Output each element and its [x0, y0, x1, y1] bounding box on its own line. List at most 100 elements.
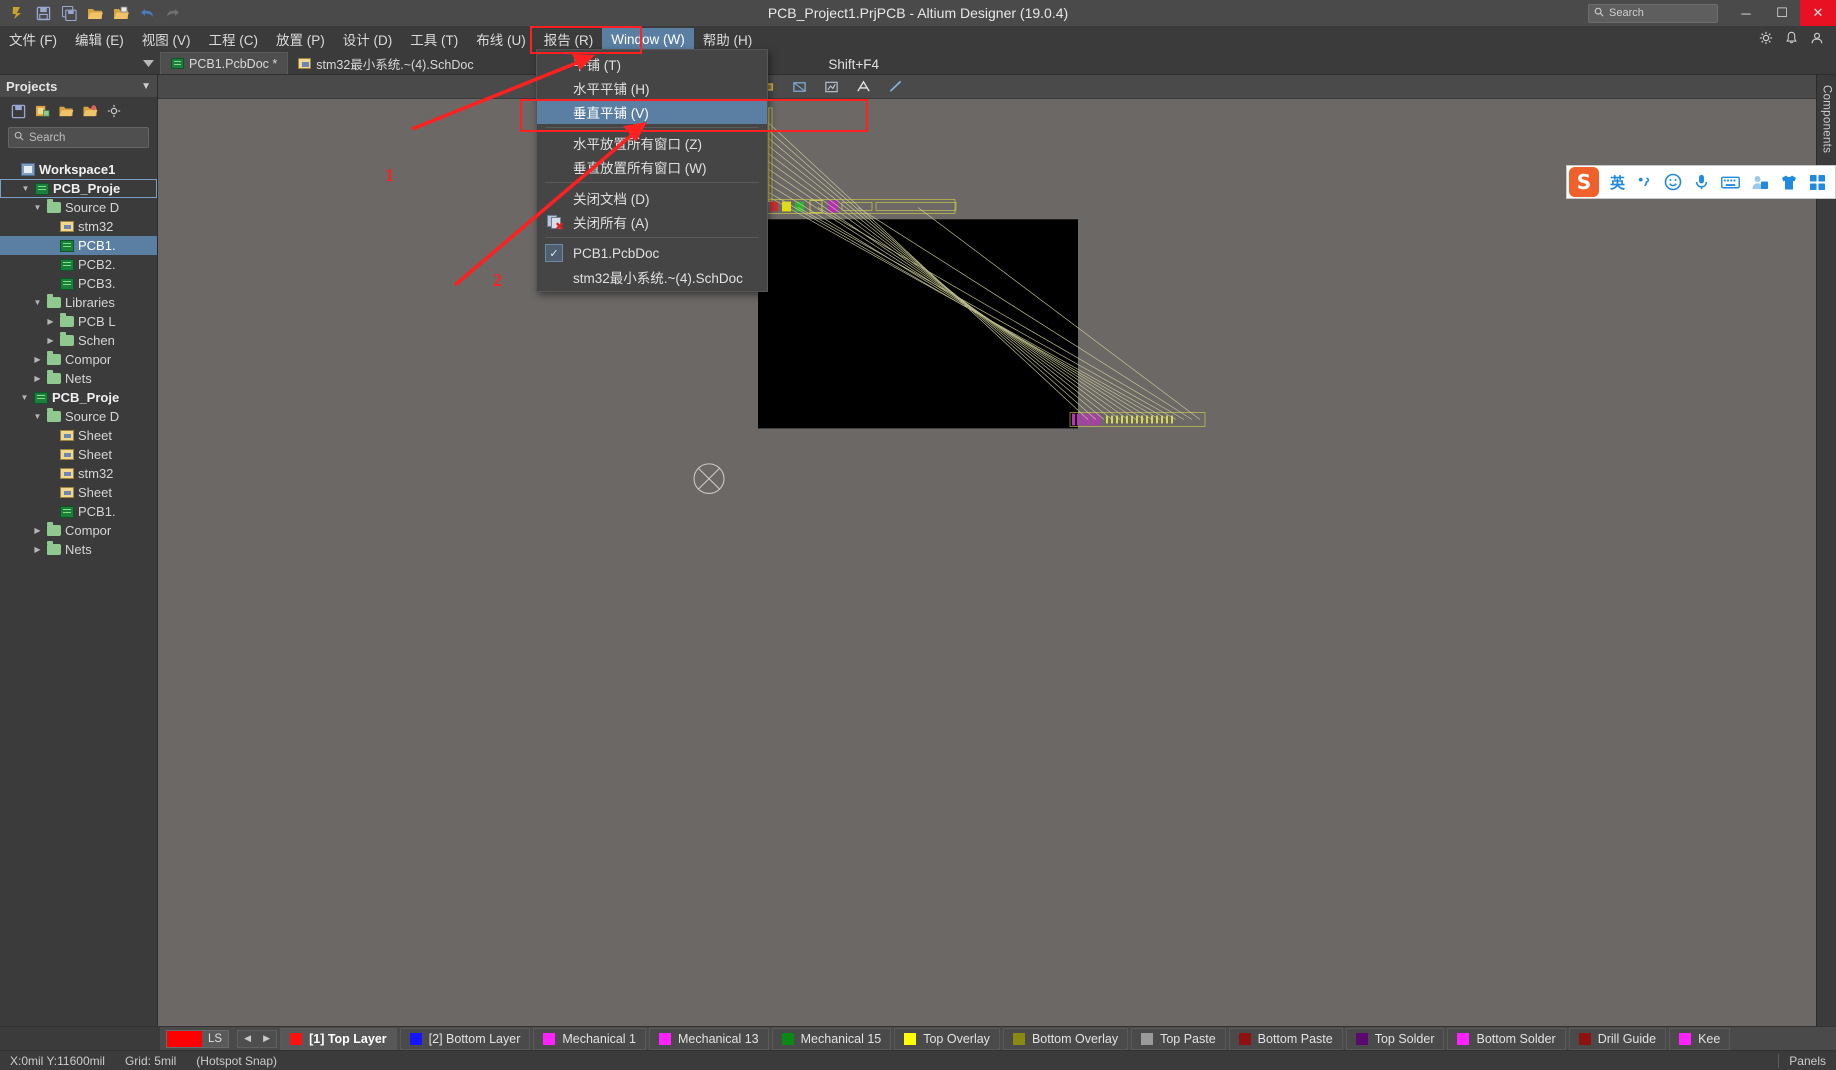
menu-option[interactable]: ✖ 关闭所有 (A)	[537, 210, 767, 234]
layer-tab[interactable]: Kee	[1669, 1027, 1731, 1050]
skin-icon[interactable]	[1780, 174, 1798, 191]
chevron-right-icon[interactable]: ▶	[45, 336, 56, 345]
menu-option[interactable]: 水平平铺 (H)	[537, 76, 767, 100]
layer-sets-button[interactable]: LS	[166, 1029, 230, 1048]
save-all-icon[interactable]	[58, 2, 80, 24]
tree-item[interactable]: ▶ Nets	[0, 369, 157, 388]
chevron-right-icon[interactable]: ▶	[32, 355, 43, 364]
window-dropdown-menu[interactable]: 平铺 (T) Shift+F4 水平平铺 (H) 垂直平铺 (V) 水平放置所有窗口 (…	[536, 49, 879, 292]
chevron-right-icon[interactable]: ▶	[32, 526, 43, 535]
projects-search-box[interactable]: Search	[8, 127, 149, 148]
tree-item[interactable]: ▶PCB3.	[0, 274, 157, 293]
tree-item[interactable]: ▼ PCB_Proje	[0, 388, 157, 407]
layer-tab[interactable]: Mechanical 13	[649, 1027, 769, 1050]
layer-tab[interactable]: Bottom Solder	[1447, 1027, 1566, 1050]
tree-item[interactable]: ▶Sheet	[0, 483, 157, 502]
chevron-right-icon[interactable]: ▶	[45, 317, 56, 326]
chevron-down-icon[interactable]: ▼	[141, 81, 151, 92]
layer-tab[interactable]: Mechanical 1	[533, 1027, 647, 1050]
tree-item[interactable]: ▼ PCB_Proje	[0, 179, 157, 198]
open-icon[interactable]	[84, 2, 106, 24]
tree-item[interactable]: ▶PCB1.	[0, 502, 157, 521]
global-search-input[interactable]: Search	[1609, 7, 1644, 19]
chevron-down-icon[interactable]: ▼	[32, 203, 43, 212]
projects-search-input[interactable]: Search	[29, 132, 65, 144]
components-side-tab[interactable]: Components	[1816, 75, 1836, 1026]
sogou-ime-bar[interactable]: S 英	[1565, 165, 1836, 199]
open-all-icon[interactable]	[82, 103, 98, 119]
menu-tools[interactable]: 工具 (T)	[401, 25, 467, 53]
gear-icon[interactable]	[1759, 31, 1773, 48]
tree-item[interactable]: ▼ Source D	[0, 407, 157, 426]
sogou-logo-icon[interactable]: S	[1568, 167, 1599, 197]
maximize-button[interactable]: ☐	[1764, 0, 1800, 26]
tree-item[interactable]: ▼ Libraries	[0, 293, 157, 312]
document-tab[interactable]: PCB1.PcbDoc *	[160, 52, 289, 74]
apps-icon[interactable]	[1809, 174, 1826, 191]
tree-item[interactable]: ▶stm32	[0, 217, 157, 236]
menu-option[interactable]: 平铺 (T) Shift+F4	[537, 52, 879, 76]
global-search-box[interactable]: Search	[1588, 3, 1718, 23]
layer-tab[interactable]: Bottom Paste	[1228, 1027, 1343, 1050]
minimize-button[interactable]: ─	[1728, 0, 1764, 26]
altium-logo-icon[interactable]	[6, 2, 28, 24]
menu-file[interactable]: 文件 (F)	[0, 25, 66, 53]
user-card-icon[interactable]	[1751, 174, 1769, 191]
tree-item[interactable]: ▶ Compor	[0, 521, 157, 540]
close-button[interactable]: ✕	[1800, 0, 1836, 26]
menu-place[interactable]: 放置 (P)	[267, 25, 334, 53]
chevron-down-icon[interactable]: ▼	[20, 184, 31, 193]
menu-project[interactable]: 工程 (C)	[200, 25, 268, 53]
tree-item[interactable]: ▼ Source D	[0, 198, 157, 217]
tree-item[interactable]: ▶Workspace1	[0, 160, 157, 179]
mic-icon[interactable]	[1693, 173, 1710, 191]
tree-item[interactable]: ▶Sheet	[0, 445, 157, 464]
layer-tab[interactable]: Drill Guide	[1568, 1027, 1667, 1050]
tree-item[interactable]: ▶ Nets	[0, 540, 157, 559]
open-project-icon[interactable]	[110, 2, 132, 24]
layer-tab[interactable]: Top Solder	[1345, 1027, 1445, 1050]
document-tab[interactable]: stm32最小系统.~(4).SchDoc	[288, 52, 483, 74]
keyboard-icon[interactable]	[1721, 175, 1740, 190]
user-icon[interactable]	[1810, 31, 1824, 48]
layer-tab[interactable]: [1] Top Layer	[280, 1027, 397, 1050]
menu-option[interactable]: 关闭文档 (D)	[537, 186, 767, 210]
chevron-down-icon[interactable]: ▼	[19, 393, 30, 402]
open-icon[interactable]	[58, 103, 74, 119]
layer-tab[interactable]: [2] Bottom Layer	[399, 1027, 531, 1050]
tree-item[interactable]: ▶stm32	[0, 464, 157, 483]
layer-tab[interactable]: Mechanical 15	[771, 1027, 892, 1050]
panel-dropdown-arrow[interactable]	[0, 52, 160, 74]
menu-option[interactable]: stm32最小系统.~(4).SchDoc	[537, 265, 767, 289]
punctuation-icon[interactable]	[1636, 174, 1653, 191]
room-icon[interactable]	[790, 78, 808, 96]
menu-edit[interactable]: 编辑 (E)	[66, 25, 133, 53]
menu-option[interactable]: ✓ PCB1.PcbDoc	[537, 241, 767, 265]
line-icon[interactable]	[886, 78, 904, 96]
tree-item[interactable]: ▶ PCB L	[0, 312, 157, 331]
menu-option[interactable]: 垂直放置所有窗口 (W)	[537, 155, 767, 179]
chart-icon[interactable]	[822, 78, 840, 96]
tree-item[interactable]: ▶ Compor	[0, 350, 157, 369]
menu-option[interactable]: 水平放置所有窗口 (Z)	[537, 131, 767, 155]
text-icon[interactable]	[854, 78, 872, 96]
layer-tab[interactable]: Top Overlay	[894, 1027, 1000, 1050]
chevron-right-icon[interactable]: ▶	[32, 545, 43, 554]
menu-window[interactable]: Window (W)	[602, 27, 694, 51]
menu-route[interactable]: 布线 (U)	[467, 25, 535, 53]
chevron-right-icon[interactable]: ▶	[32, 374, 43, 383]
options-icon[interactable]	[106, 103, 122, 119]
ime-mode-label[interactable]: 英	[1610, 172, 1625, 193]
menu-design[interactable]: 设计 (D)	[334, 25, 402, 53]
tree-item[interactable]: ▶PCB1.	[0, 236, 157, 255]
emoji-icon[interactable]	[1664, 173, 1682, 191]
layer-tab[interactable]: Top Paste	[1131, 1027, 1226, 1050]
save-icon[interactable]	[10, 103, 26, 119]
tree-item[interactable]: ▶Sheet	[0, 426, 157, 445]
panels-button[interactable]: Panels	[1779, 1054, 1836, 1068]
tree-item[interactable]: ▶ Schen	[0, 331, 157, 350]
chevron-down-icon[interactable]: ▼	[32, 412, 43, 421]
tree-item[interactable]: ▶PCB2.	[0, 255, 157, 274]
menu-view[interactable]: 视图 (V)	[133, 25, 200, 53]
layer-tab[interactable]: Bottom Overlay	[1002, 1027, 1129, 1050]
